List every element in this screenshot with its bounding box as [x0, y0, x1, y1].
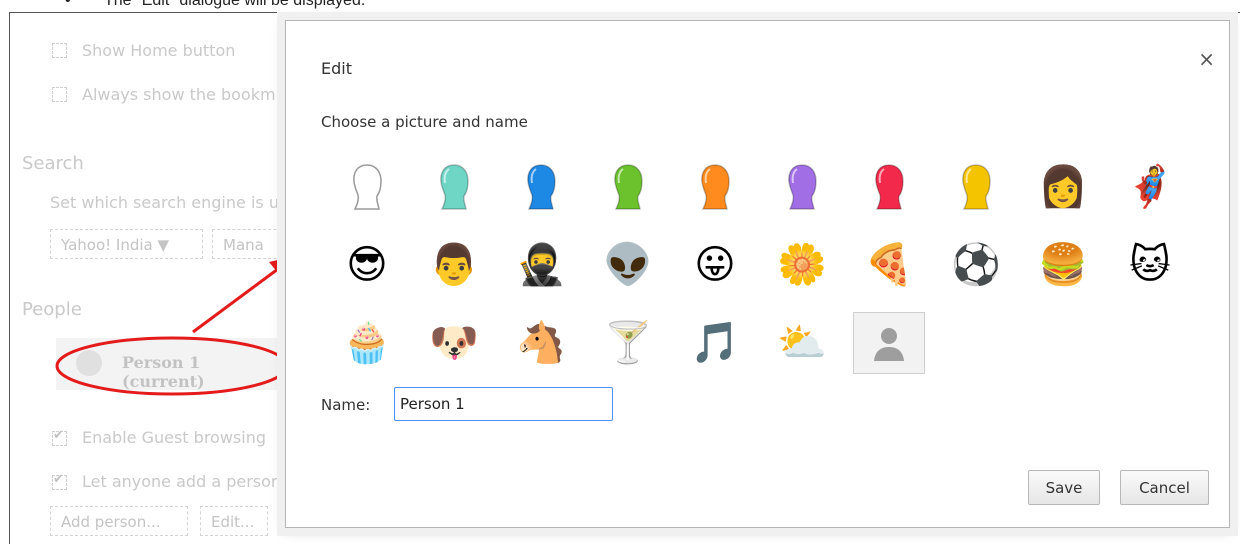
ninja-icon: 🥷	[516, 242, 566, 288]
woman-sunglasses-icon: 😎	[346, 242, 388, 288]
businessman-icon: 👨	[429, 242, 479, 288]
soccer-ball-icon: ⚽	[951, 242, 1001, 288]
avatar-option-silhouette[interactable]	[505, 156, 577, 218]
cupcake-icon: 🧁	[342, 320, 392, 366]
awesome-face-icon: 😛	[694, 242, 736, 288]
cocktail-icon: 🍸	[603, 320, 653, 366]
avatar-option-silhouette[interactable]	[331, 156, 403, 218]
horse-icon: 🐴	[516, 320, 566, 366]
cat-icon: 🐱	[1129, 242, 1171, 288]
avatar-option-silhouette[interactable]	[940, 156, 1012, 218]
avatar-option-silhouette[interactable]	[592, 156, 664, 218]
avatar-option-soccer-ball[interactable]: ⚽	[940, 234, 1012, 296]
name-input[interactable]	[394, 387, 613, 421]
silhouette-avatar-icon	[875, 164, 904, 210]
avatar-option-ninja[interactable]: 🥷	[505, 234, 577, 296]
dog-icon: 🐶	[429, 320, 479, 366]
avatar-option-businessman[interactable]: 👨	[418, 234, 490, 296]
cancel-button[interactable]: Cancel	[1120, 470, 1209, 505]
save-button[interactable]: Save	[1028, 470, 1100, 505]
avatar-option-dog[interactable]: 🐶	[418, 312, 490, 374]
avatar-option-woman-sunglasses[interactable]: 😎	[331, 234, 403, 296]
superhero-icon: 🦸	[1125, 164, 1175, 210]
avatar-option-silhouette[interactable]	[679, 156, 751, 218]
avatar-option-flower[interactable]: 🌼	[766, 234, 838, 296]
avatar-option-horse[interactable]: 🐴	[505, 312, 577, 374]
silhouette-avatar-icon	[701, 164, 730, 210]
dialog-title: Edit	[321, 59, 352, 78]
annotation-arrow-line	[192, 264, 283, 334]
highlight-ellipse	[55, 336, 289, 396]
avatar-option-sun-cloud[interactable]: ⛅	[766, 312, 838, 374]
avatar-option-awesome-face[interactable]: 😛	[679, 234, 751, 296]
music-note-icon: 🎵	[690, 320, 740, 366]
alien-icon: 👽	[603, 242, 653, 288]
avatar-option-pizza[interactable]: 🍕	[853, 234, 925, 296]
avatar-option-placeholder[interactable]	[853, 312, 925, 374]
businesswoman-icon: 👩	[1038, 164, 1088, 210]
pizza-icon: 🍕	[864, 242, 914, 288]
avatar-option-superhero[interactable]: 🦸	[1114, 156, 1186, 218]
avatar-option-silhouette[interactable]	[418, 156, 490, 218]
avatar-option-burger[interactable]: 🍔	[1027, 234, 1099, 296]
avatar-option-businesswoman[interactable]: 👩	[1027, 156, 1099, 218]
silhouette-avatar-icon	[353, 164, 382, 210]
avatar-option-cupcake[interactable]: 🧁	[331, 312, 403, 374]
silhouette-avatar-icon	[440, 164, 469, 210]
silhouette-avatar-icon	[788, 164, 817, 210]
silhouette-avatar-icon	[527, 164, 556, 210]
name-label: Name:	[321, 396, 371, 414]
avatar-option-silhouette[interactable]	[853, 156, 925, 218]
avatar-option-silhouette[interactable]	[766, 156, 838, 218]
dialog-subtitle: Choose a picture and name	[321, 113, 528, 131]
close-icon[interactable]: ×	[1198, 47, 1215, 71]
avatar-option-cocktail[interactable]: 🍸	[592, 312, 664, 374]
silhouette-avatar-icon	[614, 164, 643, 210]
avatar-option-alien[interactable]: 👽	[592, 234, 664, 296]
sun-cloud-icon: ⛅	[777, 320, 827, 366]
generic-person-icon	[874, 328, 904, 361]
edit-dialog: Edit × Choose a picture and name 👩 🦸 😎 👨 🥷 👽 😛…	[285, 20, 1230, 528]
flower-icon: 🌼	[777, 242, 827, 288]
burger-icon: 🍔	[1038, 242, 1088, 288]
avatar-option-cat[interactable]: 🐱	[1114, 234, 1186, 296]
avatar-option-music-note[interactable]: 🎵	[679, 312, 751, 374]
silhouette-avatar-icon	[962, 164, 991, 210]
